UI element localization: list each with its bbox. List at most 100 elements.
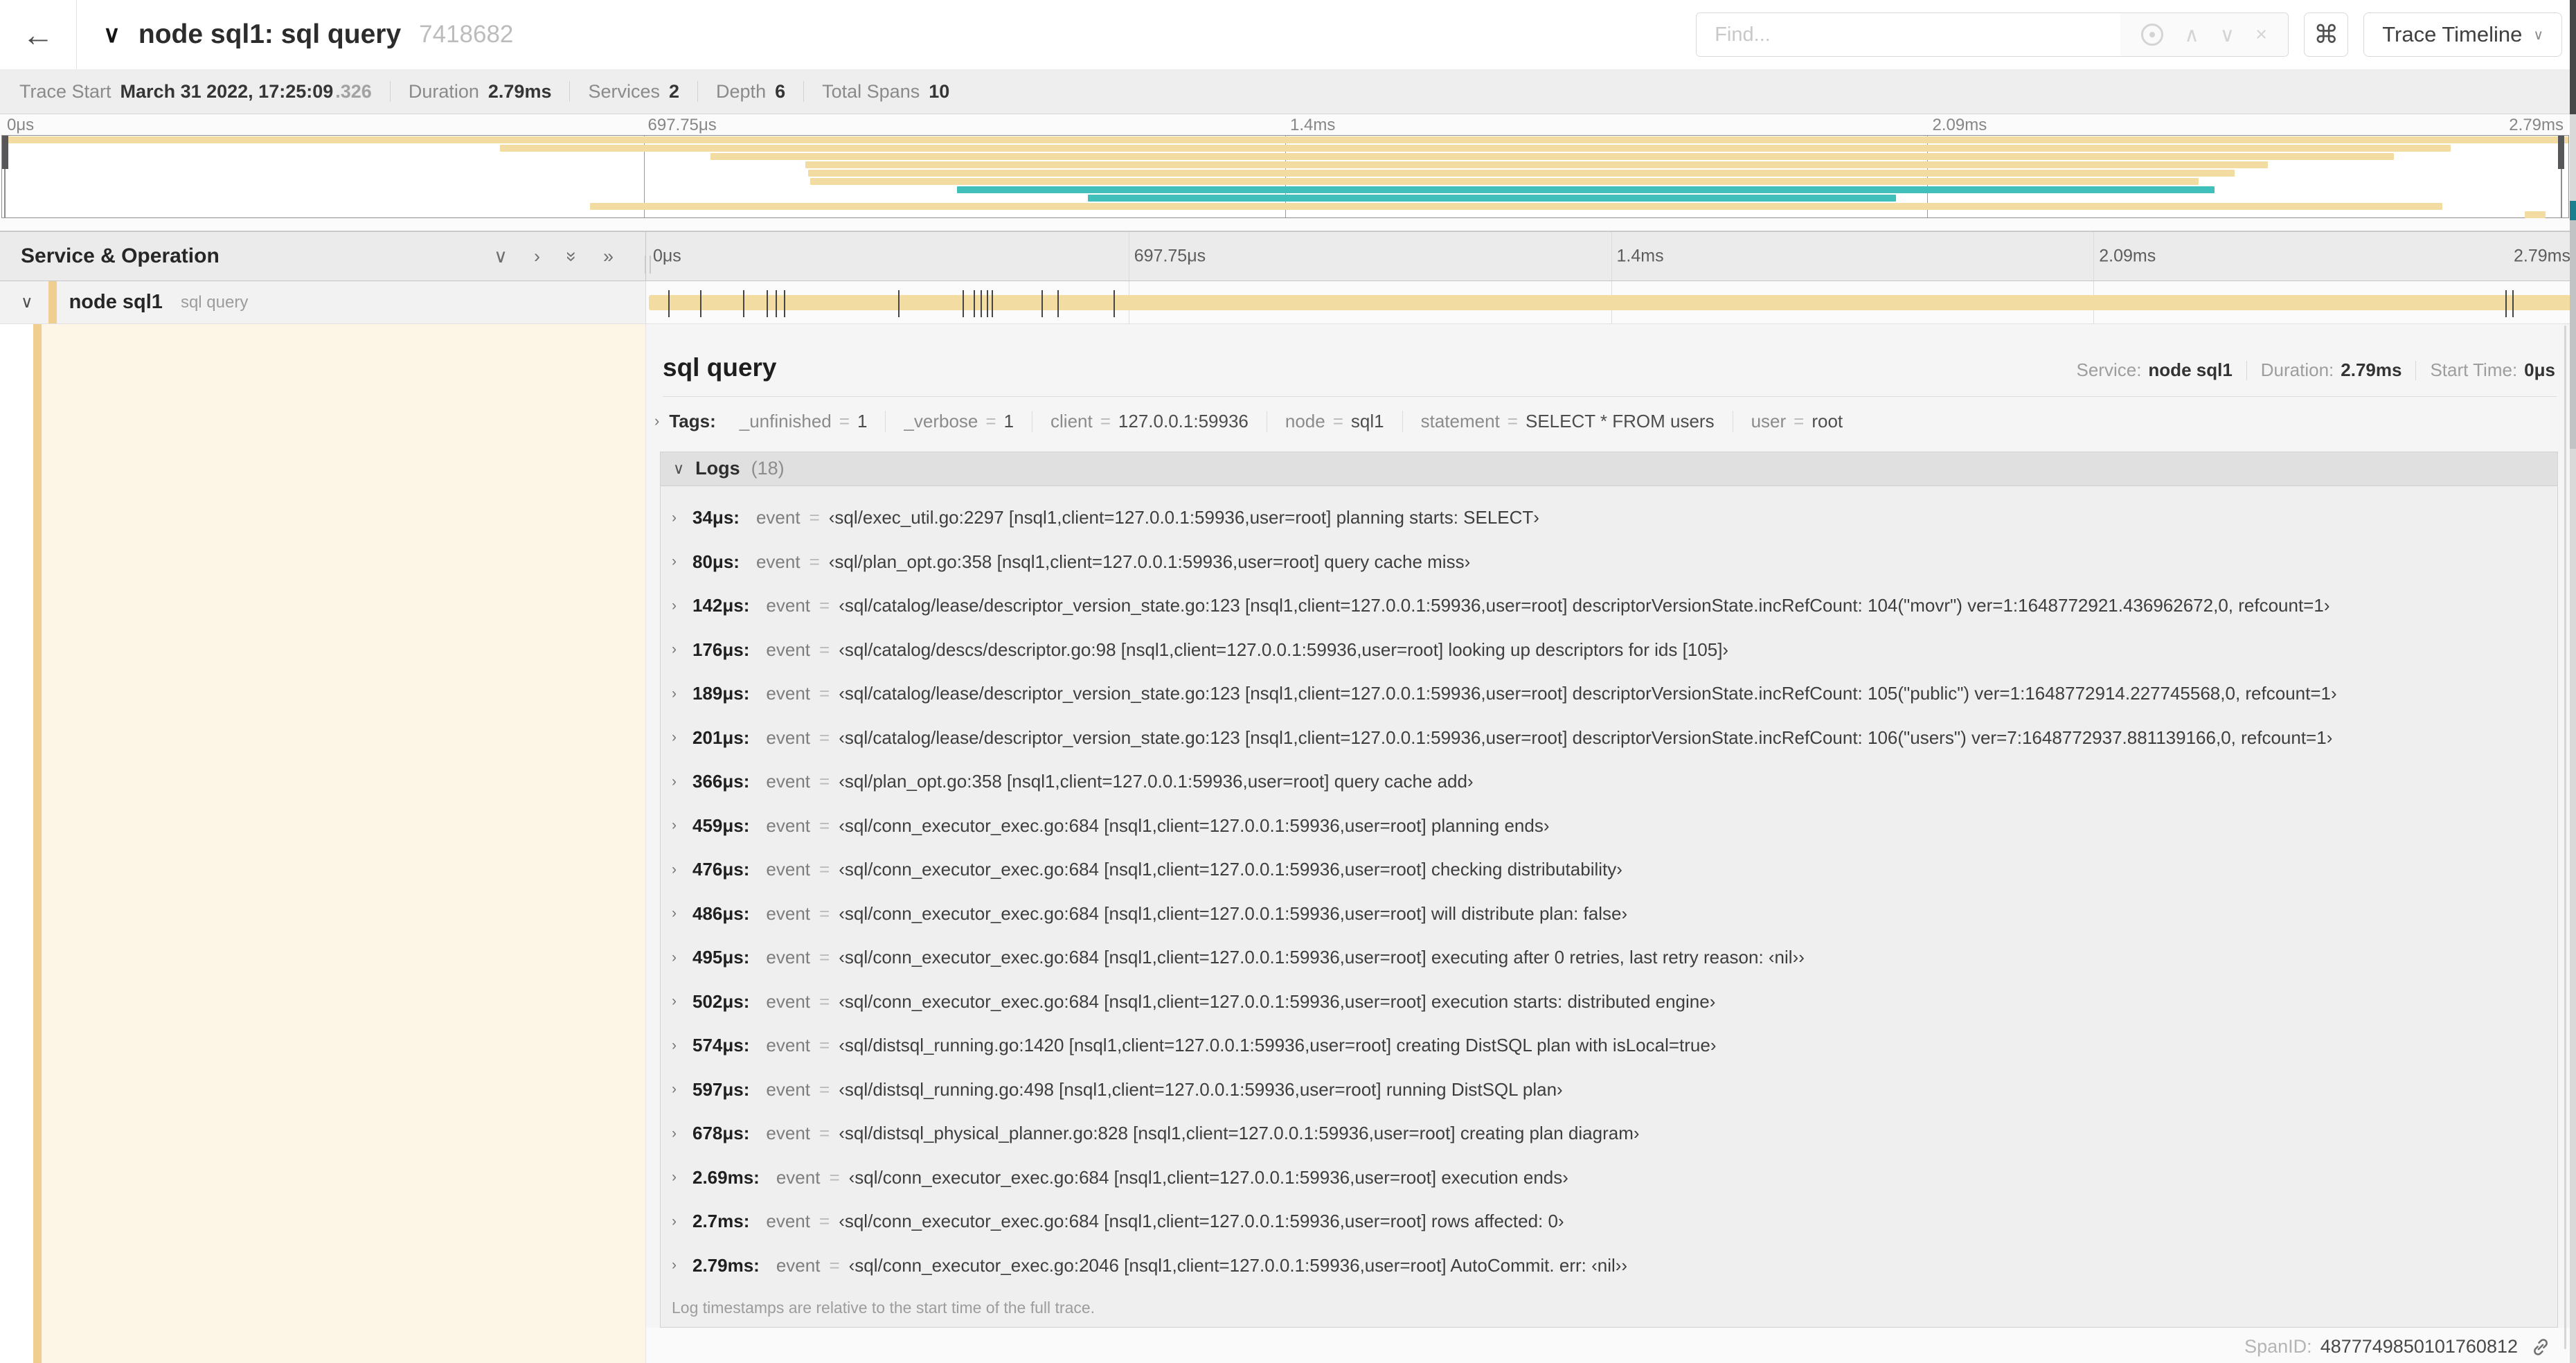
log-entry[interactable]: › 476μs: event = ‹sql/conn_executor_exec.go:… <box>661 848 2557 892</box>
collapse-all-icon[interactable]: » <box>562 251 582 261</box>
span-duration-bar[interactable] <box>649 294 2575 310</box>
equals-sign: = <box>819 859 830 880</box>
equals-sign: = <box>985 410 996 431</box>
log-entry[interactable]: › 142μs: event = ‹sql/catalog/lease/descript… <box>661 584 2557 628</box>
log-entry[interactable]: › 678μs: event = ‹sql/distsql_physical_plann… <box>661 1112 2557 1156</box>
log-entry[interactable]: › 2.79ms: event = ‹sql/conn_executor_exec.go… <box>661 1243 2557 1288</box>
chevron-right-icon: › <box>672 597 677 614</box>
log-entry[interactable]: › 502μs: event = ‹sql/conn_executor_exec.go:… <box>661 979 2557 1024</box>
log-message: ‹sql/conn_executor_exec.go:684 [nsql1,cl… <box>839 947 1805 968</box>
span-detail-panel: sql query Service: node sql1 Duration: 2.79… <box>646 324 2576 1363</box>
log-field-key: event <box>766 1211 810 1232</box>
tag-value: 1 <box>857 410 868 431</box>
log-timestamp: 34μs: <box>692 507 740 528</box>
summary-label: Duration: <box>2260 359 2334 380</box>
span-row: ∨ node sql1 sql query <box>0 281 2576 324</box>
chevron-right-icon: › <box>672 729 677 746</box>
log-message: ‹sql/distsql_running.go:498 [nsql1,clien… <box>839 1078 1563 1100</box>
summary-label: Start Time: <box>2430 359 2518 380</box>
clear-search-icon[interactable]: × <box>2255 24 2267 46</box>
log-entry[interactable]: › 574μs: event = ‹sql/distsql_running.go:142… <box>661 1024 2557 1068</box>
collapse-one-icon[interactable]: ∨ <box>494 247 508 266</box>
equals-sign: = <box>809 551 820 572</box>
minimap-span-bar <box>2 136 2568 143</box>
summary-item: Start Time: 0μs <box>2430 359 2555 381</box>
keyboard-shortcuts-button[interactable]: ⌘ <box>2304 12 2349 57</box>
log-message: ‹sql/conn_executor_exec.go:684 [nsql1,cl… <box>839 814 1550 836</box>
log-entry[interactable]: › 2.7ms: event = ‹sql/conn_executor_exec.go:… <box>661 1200 2557 1244</box>
log-entry[interactable]: › 459μs: event = ‹sql/conn_executor_exec.go:… <box>661 803 2557 848</box>
tick-label: 2.79ms <box>2514 246 2570 266</box>
tick-label: 697.75μs <box>1134 246 1206 266</box>
log-entry[interactable]: › 80μs: event = ‹sql/plan_opt.go:358 [nsql1,… <box>661 540 2557 584</box>
log-timestamp: 2.69ms: <box>692 1166 760 1188</box>
trace-stat-value: 2 <box>669 80 680 102</box>
span-timeline-cell[interactable] <box>646 281 2576 323</box>
log-entry[interactable]: › 366μs: event = ‹sql/plan_opt.go:358 [nsql1… <box>661 760 2557 804</box>
tags-accordian[interactable]: › Tags: _unfinished = 1 _verbose = 1 client = 12… <box>646 397 2576 443</box>
log-message: ‹sql/catalog/lease/descriptor_version_st… <box>839 595 2330 616</box>
log-entry[interactable]: › 486μs: event = ‹sql/conn_executor_exec.go:… <box>661 891 2557 936</box>
logs-count: (18) <box>751 458 785 479</box>
log-entry[interactable]: › 201μs: event = ‹sql/catalog/lease/descript… <box>661 715 2557 760</box>
trace-stat-label: Depth <box>716 80 767 102</box>
log-timestamp: 366μs: <box>692 771 750 792</box>
equals-sign: = <box>1332 410 1343 431</box>
log-message: ‹sql/conn_executor_exec.go:684 [nsql1,cl… <box>839 902 1628 924</box>
log-timestamp: 476μs: <box>692 859 750 880</box>
span-name-cell[interactable]: ∨ node sql1 sql query <box>0 281 646 323</box>
separator <box>803 81 805 102</box>
log-timestamp: 189μs: <box>692 683 750 704</box>
equals-sign: = <box>819 902 830 924</box>
log-entry[interactable]: › 2.69ms: event = ‹sql/conn_executor_exec.go… <box>661 1155 2557 1200</box>
back-button[interactable]: ← <box>0 0 77 69</box>
view-select-button[interactable]: Trace Timeline ∨ <box>2363 12 2562 57</box>
log-marker <box>1057 290 1059 317</box>
log-entry[interactable]: › 34μs: event = ‹sql/exec_util.go:2297 [nsql… <box>661 496 2557 540</box>
log-message: ‹sql/plan_opt.go:358 [nsql1,client=127.0… <box>839 771 1474 792</box>
log-entry[interactable]: › 176μs: event = ‹sql/catalog/descs/descript… <box>661 627 2557 672</box>
timeline-ticks-header: 0μs 697.75μs 1.4ms 2.09ms 2.79ms <box>646 232 2576 280</box>
span-id-value: 4877749850101760812 <box>2320 1336 2518 1357</box>
trace-stat-fraction: .326 <box>335 80 372 102</box>
log-marker <box>1041 290 1044 317</box>
trace-collapse-icon[interactable]: ∨ <box>103 21 120 48</box>
log-marker <box>1113 290 1116 317</box>
log-field-key: event <box>755 551 800 572</box>
minimap-span-bar <box>710 153 2394 160</box>
chevron-right-icon: › <box>672 641 677 658</box>
trace-stat-value: 10 <box>929 80 950 102</box>
trace-stat: Depth 6 <box>716 81 785 103</box>
view-range-right-scrubber[interactable] <box>2558 136 2564 217</box>
scrollbar[interactable] <box>2564 326 2566 1349</box>
tag-value: root <box>1812 410 1843 431</box>
tag-item: client = 127.0.0.1:59936 <box>1032 410 1267 432</box>
tag-key: _verbose <box>904 410 978 431</box>
trace-stat: Trace Start March 31 2022, 17:25:09.326 <box>19 81 372 103</box>
log-entry[interactable]: › 495μs: event = ‹sql/conn_executor_exec.go:… <box>661 936 2557 980</box>
tag-item: _unfinished = 1 <box>722 410 886 432</box>
expand-all-icon[interactable]: » <box>603 247 614 266</box>
find-input[interactable] <box>1697 13 2121 56</box>
chevron-right-icon: › <box>672 949 677 965</box>
log-entry[interactable]: › 597μs: event = ‹sql/distsql_running.go:498… <box>661 1067 2557 1112</box>
view-range-left-scrubber[interactable] <box>2 136 8 217</box>
logs-header[interactable]: ∨ Logs (18) <box>661 452 2557 486</box>
minimap-canvas[interactable] <box>1 135 2569 218</box>
summary-value: 2.79ms <box>2341 359 2402 380</box>
expand-one-icon[interactable]: › <box>534 247 540 266</box>
separator <box>389 81 391 102</box>
prev-result-icon[interactable]: ∧ <box>2184 23 2199 47</box>
window-edge <box>2570 0 2576 1363</box>
log-marker <box>766 290 768 317</box>
command-icon: ⌘ <box>2314 20 2339 48</box>
next-result-icon[interactable]: ∨ <box>2220 23 2235 47</box>
link-icon[interactable] <box>2530 1337 2551 1357</box>
equals-sign: = <box>819 947 830 968</box>
timeline-minimap: 0μs 697.75μs 1.4ms 2.09ms 2.79ms <box>0 114 2576 231</box>
minimap-span-bar <box>1087 195 1896 202</box>
locate-result-icon[interactable] <box>2141 24 2164 46</box>
log-entry[interactable]: › 189μs: event = ‹sql/catalog/lease/descript… <box>661 672 2557 716</box>
span-collapse-icon[interactable]: ∨ <box>21 292 33 312</box>
log-message: ‹sql/catalog/descs/descriptor.go:98 [nsq… <box>839 639 1729 660</box>
